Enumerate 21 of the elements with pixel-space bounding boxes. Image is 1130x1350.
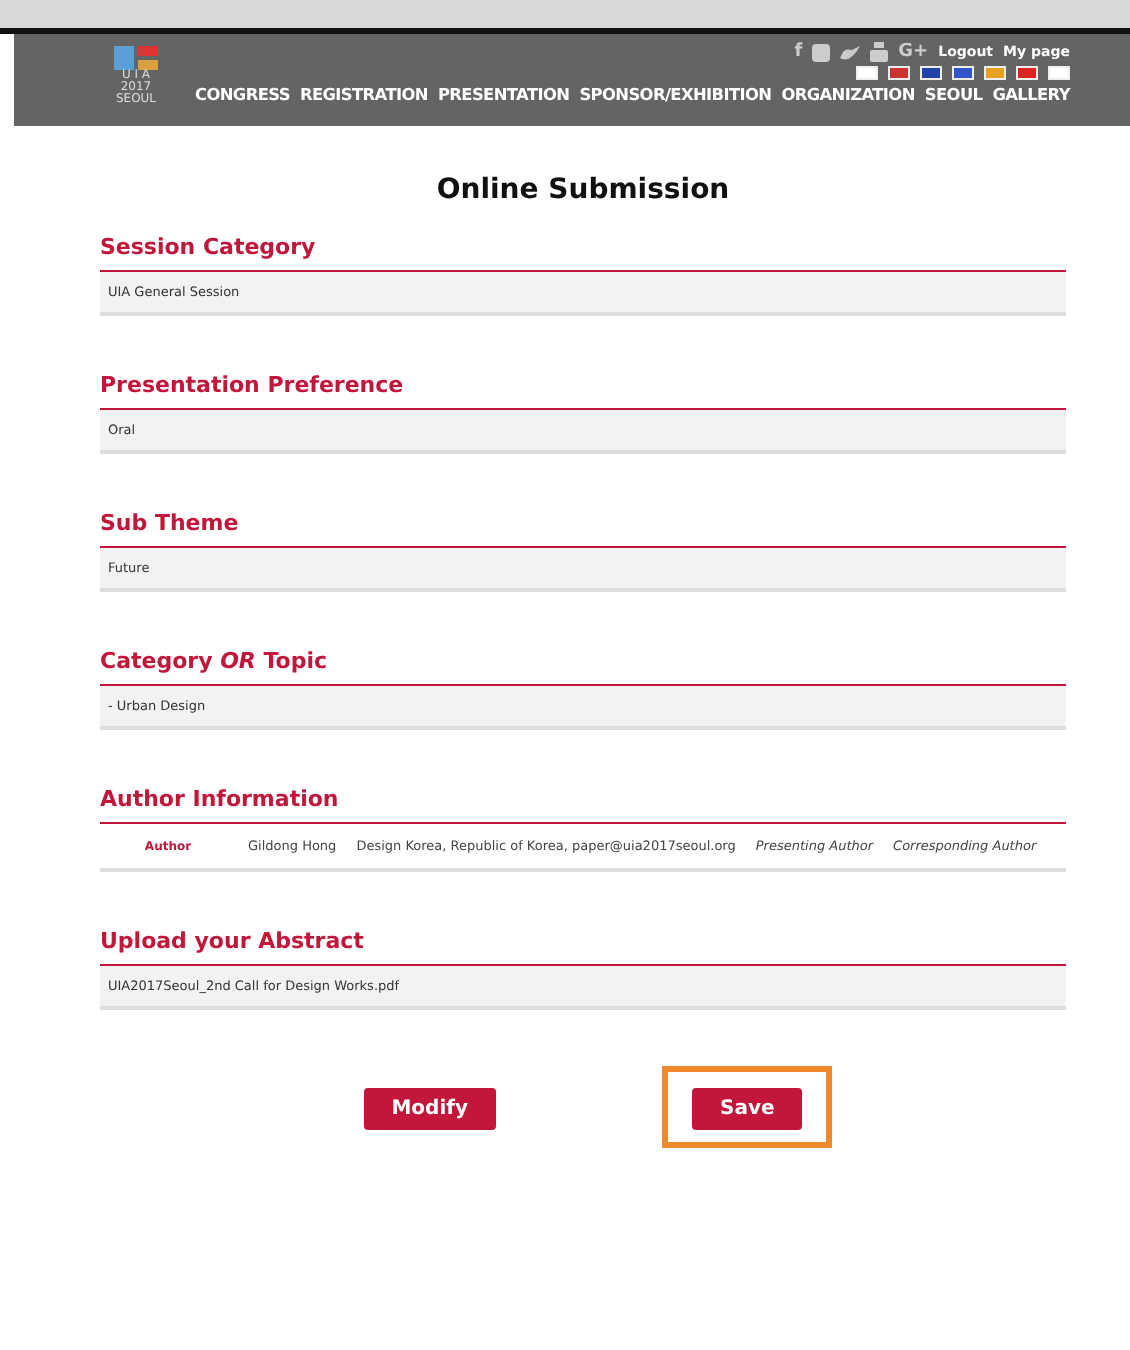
nav-link[interactable]: ORGANIZATION: [781, 84, 915, 104]
bird-icon[interactable]: [840, 43, 861, 61]
nav-link[interactable]: GALLERY: [992, 84, 1070, 104]
video-icon[interactable]: [870, 42, 889, 62]
social-link[interactable]: f: [794, 42, 803, 62]
action-button[interactable]: Save: [692, 1088, 803, 1130]
nav-link[interactable]: SPONSOR/EXHIBITION: [579, 84, 772, 104]
nav-link[interactable]: CONGRESS: [194, 84, 290, 104]
nav-link[interactable]: REGISTRATION: [299, 84, 428, 104]
section-heading: Author Information: [100, 786, 1066, 824]
logo-icon: [114, 46, 158, 70]
flag-icon[interactable]: [888, 66, 910, 80]
nav-link[interactable]: SEOUL: [924, 84, 983, 104]
nav-link[interactable]: PRESENTATION: [437, 84, 570, 104]
flag-icon[interactable]: [920, 66, 942, 80]
flag-icon[interactable]: [952, 66, 974, 80]
page-title: Online Submission: [434, 174, 732, 206]
social-link[interactable]: G+: [898, 42, 929, 62]
camera-icon[interactable]: [812, 43, 831, 61]
flag-icon[interactable]: [1016, 66, 1038, 80]
action-button[interactable]: Modify: [363, 1088, 496, 1130]
